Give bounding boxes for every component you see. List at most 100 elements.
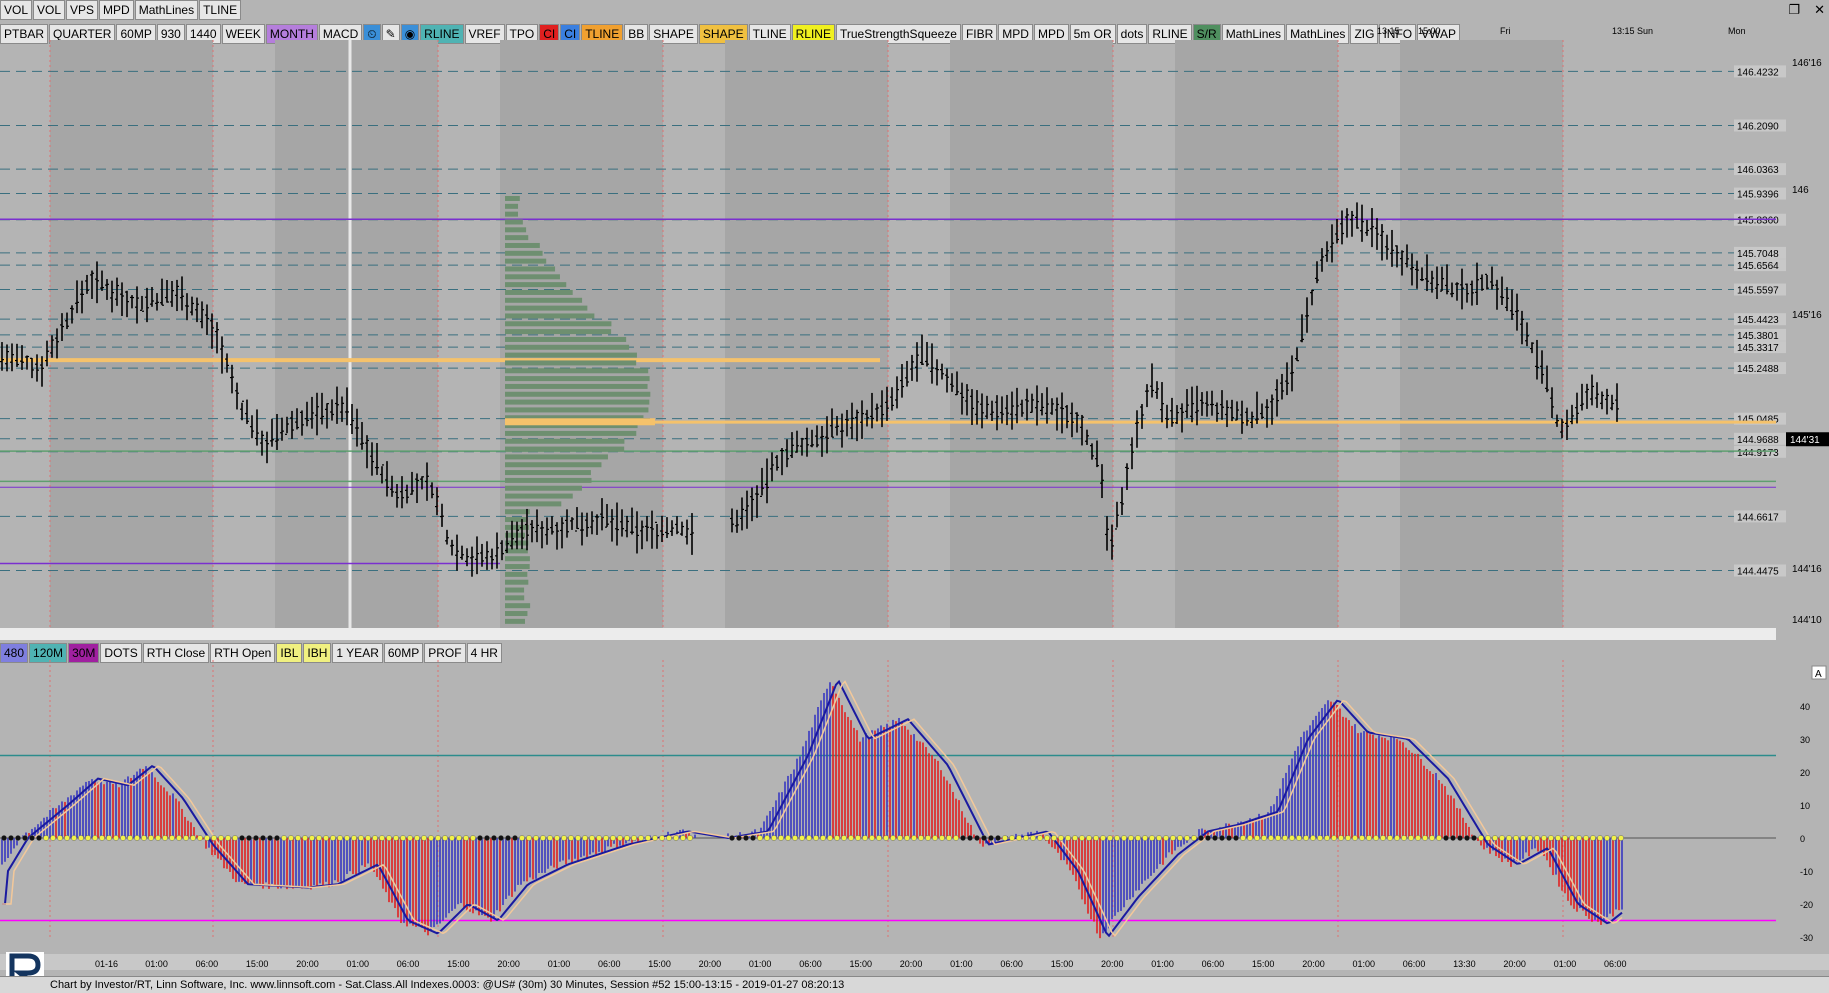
squeeze-dot: [1408, 835, 1413, 840]
squeeze-dot: [246, 835, 251, 840]
squeeze-dot: [876, 835, 881, 840]
squeeze-dot: [799, 835, 804, 840]
squeeze-dot: [1275, 835, 1280, 840]
squeeze-dot: [855, 835, 860, 840]
volume-profile-bar: [505, 611, 527, 616]
squeeze-dot: [1485, 835, 1490, 840]
squeeze-dot: [1212, 835, 1217, 840]
price-level-label: 145.0485: [1737, 415, 1779, 426]
squeeze-dot: [960, 835, 965, 840]
squeeze-dot: [1219, 835, 1224, 840]
squeeze-dot: [554, 835, 559, 840]
squeeze-dot: [1191, 835, 1196, 840]
squeeze-dot: [1583, 835, 1588, 840]
squeeze-dot: [50, 835, 55, 840]
squeeze-dot: [1156, 835, 1161, 840]
squeeze-dot: [1478, 835, 1483, 840]
squeeze-dot: [449, 835, 454, 840]
squeeze-dot: [1198, 835, 1203, 840]
volume-profile-bar: [505, 572, 527, 577]
squeeze-dot: [890, 835, 895, 840]
squeeze-dot: [1128, 835, 1133, 840]
top-time-label: Mon: [1728, 26, 1746, 36]
price-level-label: 145.9396: [1737, 190, 1779, 201]
session-band: [725, 40, 888, 634]
squeeze-dot: [1576, 835, 1581, 840]
squeeze-dot: [435, 835, 440, 840]
squeeze-dot: [1177, 835, 1182, 840]
squeeze-dot: [995, 835, 1000, 840]
squeeze-dot: [533, 835, 538, 840]
session-band: [1400, 40, 1563, 634]
squeeze-dot: [1058, 835, 1063, 840]
time-axis-label: 06:00: [397, 959, 420, 969]
price-axis-label: 144'16: [1792, 564, 1822, 575]
squeeze-dot: [1079, 835, 1084, 840]
squeeze-dot: [64, 835, 69, 840]
squeeze-dot: [113, 835, 118, 840]
squeeze-dot: [393, 835, 398, 840]
volume-profile-bar: [505, 329, 611, 334]
squeeze-dot: [1261, 835, 1266, 840]
squeeze-dot: [281, 835, 286, 840]
squeeze-dot: [288, 835, 293, 840]
time-axis-label: 20:00: [296, 959, 319, 969]
price-chart[interactable]: 146.4232 146.2090 146.0363 145.9396 145.8360…: [0, 0, 1829, 640]
squeeze-dot: [862, 835, 867, 840]
squeeze-dot: [316, 835, 321, 840]
squeeze-dot: [813, 835, 818, 840]
squeeze-dot: [344, 835, 349, 840]
time-axis-label: 20:00: [1302, 959, 1325, 969]
squeeze-dot: [603, 835, 608, 840]
volume-profile-bar: [505, 509, 530, 514]
squeeze-dot: [848, 835, 853, 840]
squeeze-dot: [1618, 835, 1623, 840]
time-axis-label: 15:00: [447, 959, 470, 969]
squeeze-dot: [1548, 835, 1553, 840]
price-axis-label: 146'16: [1792, 58, 1822, 69]
squeeze-dot: [323, 835, 328, 840]
squeeze-dot: [1387, 835, 1392, 840]
squeeze-dot: [834, 835, 839, 840]
squeeze-dot: [659, 835, 664, 840]
squeeze-dot: [232, 835, 237, 840]
squeeze-dot: [1142, 835, 1147, 840]
time-axis-label: 06:00: [196, 959, 219, 969]
squeeze-dot: [351, 835, 356, 840]
squeeze-dot: [78, 835, 83, 840]
squeeze-dot: [1317, 835, 1322, 840]
squeeze-dot: [36, 835, 41, 840]
squeeze-dot: [904, 835, 909, 840]
macd-chart[interactable]: A 40 30 20 10 0 -10 -20 -30 01-16 01:00 06:00 15:00 2…: [0, 640, 1829, 970]
price-level-label: 144.6617: [1737, 512, 1779, 523]
volume-profile-bar: [505, 588, 524, 593]
squeeze-dot: [379, 835, 384, 840]
time-axis-label: 01:00: [1151, 959, 1174, 969]
time-axis-label: 20:00: [1101, 959, 1124, 969]
squeeze-dot: [505, 835, 510, 840]
squeeze-dot: [1163, 835, 1168, 840]
squeeze-dot: [365, 835, 370, 840]
squeeze-dot: [561, 835, 566, 840]
squeeze-dot: [680, 835, 685, 840]
time-axis-label: 01:00: [548, 959, 571, 969]
squeeze-dot: [1541, 835, 1546, 840]
squeeze-dot: [1604, 835, 1609, 840]
squeeze-dot: [547, 835, 552, 840]
squeeze-dot: [1044, 835, 1049, 840]
squeeze-dot: [1443, 835, 1448, 840]
time-axis-label: 06:00: [799, 959, 822, 969]
top-time-label: Sun: [1637, 26, 1653, 36]
squeeze-dot: [596, 835, 601, 840]
macd-axis-label: 30: [1800, 735, 1810, 745]
squeeze-dot: [778, 835, 783, 840]
volume-profile-bar: [505, 251, 543, 256]
squeeze-dot: [1324, 835, 1329, 840]
macd-axis-label: -20: [1800, 900, 1813, 910]
top-time-label: Fri: [1500, 26, 1511, 36]
squeeze-dot: [15, 835, 20, 840]
squeeze-dot: [183, 835, 188, 840]
volume-profile-bar: [505, 337, 626, 342]
squeeze-dot: [666, 835, 671, 840]
squeeze-dot: [1359, 835, 1364, 840]
